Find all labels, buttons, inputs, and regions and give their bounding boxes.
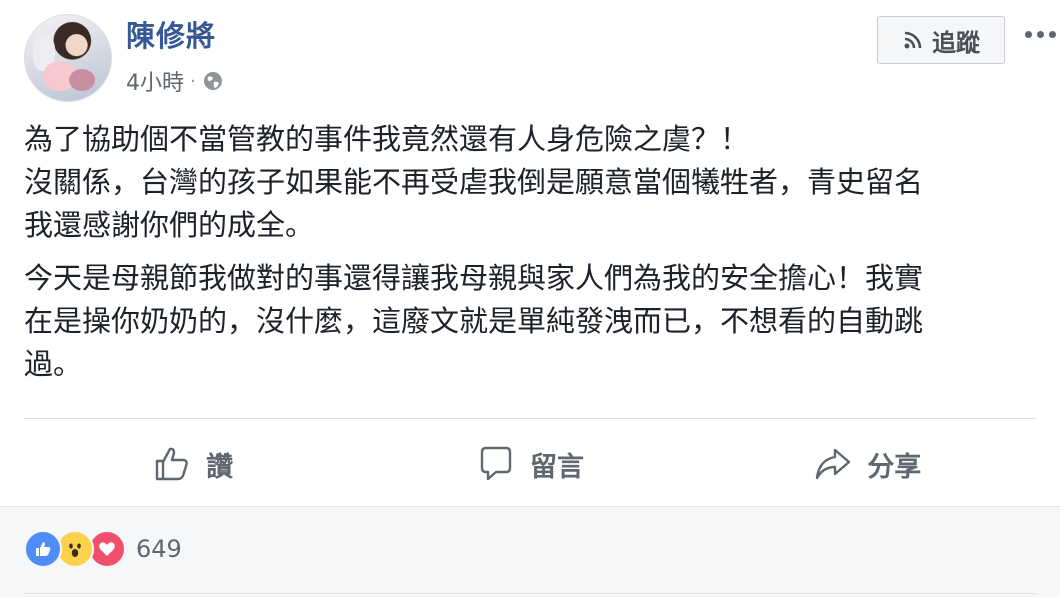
comment-icon [480, 446, 512, 481]
like-button[interactable]: 讚 [24, 430, 361, 498]
thumbs-up-icon [155, 447, 189, 481]
share-button[interactable]: 分享 [699, 430, 1036, 498]
post-actions: 讚 留言 分享 [24, 430, 1036, 498]
reactions-footer: 649 [0, 506, 1060, 597]
post-line: 過。 [24, 347, 83, 381]
meta-separator: · [190, 70, 196, 92]
post-line: 在是操你奶奶的，沒什麼，這廢文就是單純發洩而已，不想看的自動跳 [24, 304, 924, 338]
reaction-count[interactable]: 649 [136, 535, 182, 563]
divider [24, 418, 1036, 419]
post-line: 沒關係，台灣的孩子如果能不再受虐我倒是願意當個犧牲者，青史留名 [24, 165, 924, 199]
post-meta: 4小時 · [126, 66, 224, 96]
post-line: 為了協助個不當管教的事件我竟然還有人身危險之虞？！ [24, 122, 750, 156]
more-options-button[interactable] [1020, 22, 1060, 46]
author-avatar[interactable] [24, 14, 112, 102]
follow-button[interactable]: 追蹤 [877, 16, 1005, 64]
post-text: 為了協助個不當管教的事件我竟然還有人身危險之虞？！ 沒關係，台灣的孩子如果能不再… [24, 118, 1054, 386]
rss-icon [904, 31, 922, 49]
post-timestamp[interactable]: 4小時 [126, 65, 184, 97]
follow-label: 追蹤 [932, 28, 980, 57]
globe-icon[interactable] [202, 70, 224, 92]
more-icon [1024, 30, 1032, 38]
comment-button[interactable]: 留言 [361, 430, 698, 498]
post-line: 今天是母親節我做對的事還得讓我母親與家人們為我的安全擔心！我實 [24, 261, 924, 295]
like-reaction-icon [24, 530, 62, 568]
share-icon [816, 448, 851, 480]
reaction-summary[interactable]: 649 [24, 530, 182, 568]
share-label: 分享 [867, 451, 922, 483]
facebook-post: 陳修將 4小時 · 追蹤 為了協助個不當管教的事件我竟然還有人身危險之虞？！ 沒… [0, 0, 1060, 597]
like-label: 讚 [206, 451, 234, 483]
divider [24, 593, 1036, 594]
comment-label: 留言 [529, 451, 584, 483]
author-name[interactable]: 陳修將 [126, 16, 216, 56]
post-line: 我還感謝你們的成全。 [24, 208, 315, 242]
